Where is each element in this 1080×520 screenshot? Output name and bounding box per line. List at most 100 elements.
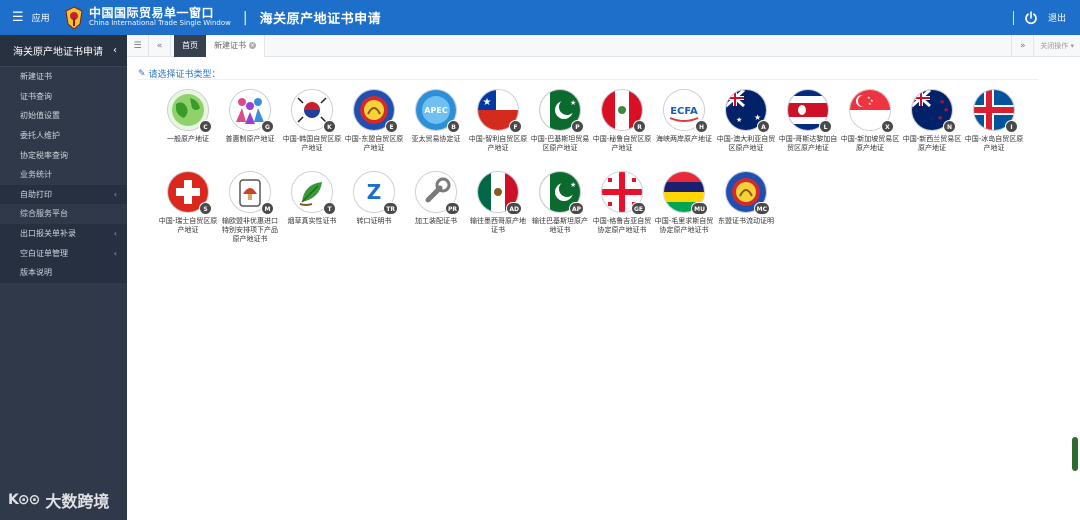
certificate-option[interactable]: T 烟草真实性证书 xyxy=(281,171,343,226)
tab-new-certificate[interactable]: 新建证书 × xyxy=(206,34,265,57)
certificate-code-badge: R xyxy=(633,120,646,133)
certificate-option[interactable]: G 普惠制原产地证 xyxy=(219,89,281,144)
certificate-label: 中国-新加坡贸易区原产地证 xyxy=(840,135,900,152)
sidebar-item-label: 空白证单管理 xyxy=(20,248,68,258)
certificate-icon-wrap: ★ ★ ★ X xyxy=(849,89,894,133)
certificate-option[interactable]: L 中国-哥斯达黎加自贸区原产地证 xyxy=(777,89,839,153)
certificate-label: 中国-新西兰贸易区原产地证 xyxy=(902,135,962,152)
sidebar-item[interactable]: 协定税率查询 xyxy=(0,145,127,165)
certificate-option[interactable]: I 中国-冰岛自贸区原产地证 xyxy=(963,89,1025,153)
list-icon[interactable]: ☰ xyxy=(127,34,149,57)
power-icon[interactable] xyxy=(1024,10,1038,25)
certificate-label: 输往墨西哥原产地证书 xyxy=(470,217,526,234)
certificate-option[interactable]: K 中国-韩国自贸区原产地证 xyxy=(281,89,343,153)
certificate-code-badge: MC xyxy=(753,202,770,215)
certificate-option[interactable]: GE 中国-格鲁吉亚自贸协定原产地证书 xyxy=(591,171,653,235)
sidebar: 海关原产地证书申请 ‹ 新建证书证书查询 初始值设置 委托人维护 协定税率查询 业务统计… xyxy=(0,35,127,520)
certificate-icon-wrap: MU xyxy=(663,171,708,215)
tab-bar-right: » 关闭操作 ▾ xyxy=(1011,35,1080,57)
sidebar-item[interactable]: 委托人维护 xyxy=(0,126,127,146)
certificate-option[interactable]: C 一般原产地证 xyxy=(157,89,219,144)
certificate-icon-wrap: Z TR xyxy=(353,171,398,215)
title-separator: | xyxy=(242,9,248,26)
certificate-option[interactable]: AD 输往墨西哥原产地证书 xyxy=(467,171,529,235)
sidebar-item[interactable]: 空白证单管理 ‹ xyxy=(0,243,127,263)
svg-text:★: ★ xyxy=(868,101,872,106)
scroll-indicator[interactable] xyxy=(1072,437,1078,471)
chevron-left-icon: ‹ xyxy=(113,189,117,199)
sidebar-item[interactable]: 版本说明 xyxy=(0,262,127,283)
certificate-option[interactable]: MU 中国-毛里求斯自贸协定原产地证书 xyxy=(653,171,715,235)
certificate-option[interactable]: ★ ★ ★ N 中国-新西兰贸易区原产地证 xyxy=(901,89,963,153)
svg-text:★: ★ xyxy=(570,99,576,107)
certificate-option[interactable]: E 中国-东盟自贸区原产地证 xyxy=(343,89,405,153)
certificate-label: 亚太贸易协定证 xyxy=(411,135,461,143)
certificate-option[interactable]: M 输欧盟非优惠进口特别安排项下产品原产地证书 xyxy=(219,171,281,244)
svg-text:★: ★ xyxy=(939,98,945,106)
certificate-icon-wrap: ★ AP xyxy=(539,171,584,215)
certificate-code-badge: TR xyxy=(383,202,398,215)
certificate-icon-wrap: APEC B xyxy=(415,89,460,133)
svg-text:★: ★ xyxy=(570,181,576,189)
sidebar-item[interactable]: 自助打印 ‹ xyxy=(0,184,127,205)
prompt-divider xyxy=(138,79,1038,80)
certificate-option[interactable]: ★ ★ ★ X 中国-新加坡贸易区原产地证 xyxy=(839,89,901,153)
certificate-icon-wrap: GE xyxy=(601,171,646,215)
sidebar-item-label: 综合服务平台 xyxy=(20,209,68,219)
close-operations-dropdown[interactable]: 关闭操作 ▾ xyxy=(1033,35,1080,57)
sidebar-item-label: 版本说明 xyxy=(20,268,52,278)
main-content: ✎ 请选择证书类型： C 一般原产地证 G 普惠制原产地证 K 中国-韩国自贸区原产地证 E… xyxy=(127,57,1080,520)
caret-down-icon: ▾ xyxy=(1068,42,1074,50)
certificate-icon-wrap: S xyxy=(167,171,212,215)
sidebar-item-label: 出口报关单补录 xyxy=(20,229,76,239)
hamburger-icon: ☰ xyxy=(12,10,24,25)
certificate-code-badge: B xyxy=(447,120,460,133)
sidebar-item[interactable]: 业务统计 xyxy=(0,165,127,185)
app-menu-button[interactable]: ☰ 应用 xyxy=(0,0,60,35)
sidebar-item-label: 新建证书 xyxy=(20,72,52,82)
certificate-option[interactable]: APEC B 亚太贸易协定证 xyxy=(405,89,467,144)
close-operations-label: 关闭操作 xyxy=(1040,42,1069,50)
sidebar-item[interactable]: 证书查询 xyxy=(0,87,127,107)
chevron-left-icon[interactable]: ‹ xyxy=(113,45,117,56)
certificate-code-badge: AD xyxy=(506,202,522,215)
sidebar-item[interactable]: 综合服务平台 xyxy=(0,204,127,224)
certificate-icon-wrap: PR xyxy=(415,171,460,215)
certificate-code-badge: G xyxy=(261,120,274,133)
edit-icon: ✎ xyxy=(138,68,146,79)
tab-forward-icon[interactable]: » xyxy=(1011,35,1033,57)
certificate-option[interactable]: S 中国-瑞士自贸区原产地证 xyxy=(157,171,219,235)
certificate-icon-wrap: E xyxy=(353,89,398,133)
certificate-label: 中国-哥斯达黎加自贸区原产地证 xyxy=(778,135,838,152)
certificate-option[interactable]: ECFA H 海峡两岸原产地证 xyxy=(653,89,715,144)
certificate-option[interactable]: ★ P 中国-巴基斯坦贸易区原产地证 xyxy=(529,89,591,153)
certificate-option[interactable]: Z TR 转口证明书 xyxy=(343,171,405,226)
svg-text:Z: Z xyxy=(367,180,382,204)
customs-emblem-icon xyxy=(65,5,83,30)
certificate-label: 一般原产地证 xyxy=(167,135,209,143)
certificate-icon-wrap: I xyxy=(973,89,1018,133)
certificate-code-badge: X xyxy=(881,120,894,133)
certificate-code-badge: K xyxy=(323,120,336,133)
certificate-label: 中国-东盟自贸区原产地证 xyxy=(344,135,404,152)
sidebar-item[interactable]: 出口报关单补录 ‹ xyxy=(0,223,127,244)
sidebar-item[interactable]: 新建证书 xyxy=(0,67,127,87)
certificate-option[interactable]: PR 加工装配证书 xyxy=(405,171,467,226)
certificate-label: 中国-冰岛自贸区原产地证 xyxy=(964,135,1024,152)
certificate-option[interactable]: ★ AP 输往巴基斯坦原产地证书 xyxy=(529,171,591,235)
tab-back-icon[interactable]: « xyxy=(149,34,171,57)
sidebar-item[interactable]: 初始值设置 xyxy=(0,106,127,126)
certificate-option[interactable]: MC 东盟证书流动证明 xyxy=(715,171,777,226)
certificate-code-badge: MU xyxy=(691,202,708,215)
certificate-icon-wrap: ★ P xyxy=(539,89,584,133)
tab-home[interactable]: 首页 xyxy=(174,34,206,57)
certificate-label: 烟草真实性证书 xyxy=(287,217,337,225)
sidebar-title[interactable]: 海关原产地证书申请 ‹ xyxy=(0,35,127,67)
tab-new-certificate-label: 新建证书 xyxy=(214,41,246,50)
certificate-option[interactable]: ★ F 中国-智利自贸区原产地证 xyxy=(467,89,529,153)
certificate-option[interactable]: ★ ★ A 中国-澳大利亚自贸区原产地证 xyxy=(715,89,777,153)
logout-button[interactable]: 退出 xyxy=(1048,11,1066,24)
certificate-option[interactable]: R 中国-秘鲁自贸区原产地证 xyxy=(591,89,653,153)
close-icon[interactable]: × xyxy=(249,42,256,49)
svg-text:★: ★ xyxy=(736,116,742,124)
